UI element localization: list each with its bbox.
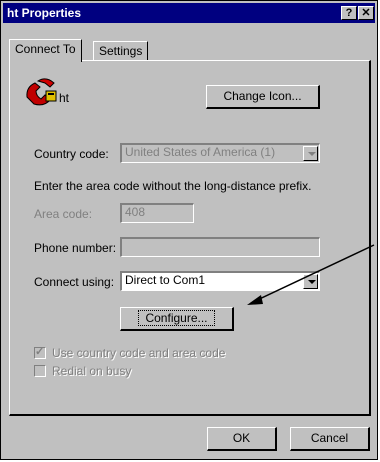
redial-checkbox[interactable] <box>34 365 46 377</box>
connect-using-label: Connect using: <box>34 275 115 289</box>
chevron-down-icon[interactable] <box>303 146 318 161</box>
help-button[interactable]: ? <box>341 6 357 20</box>
title-bar: ht Properties ? ✕ <box>3 3 375 23</box>
use-country-checkbox[interactable] <box>34 345 46 359</box>
tab-connect-to[interactable]: Connect To <box>9 39 82 62</box>
country-code-select[interactable]: United States of America (1) <box>120 143 320 163</box>
redial-label: Redial on busy <box>52 364 132 378</box>
connection-name: ht <box>59 91 70 105</box>
connect-to-panel: ht Change Icon... Country code: United S… <box>9 60 371 416</box>
phone-icon <box>26 78 57 106</box>
cancel-button[interactable]: Cancel <box>290 427 370 451</box>
annotation-arrow <box>247 244 375 305</box>
use-country-label: Use country code and area code <box>52 346 226 360</box>
area-code-label: Area code: <box>34 207 93 221</box>
configure-button[interactable]: Configure... <box>120 307 234 331</box>
country-code-label: Country code: <box>34 147 109 161</box>
close-icon: ✕ <box>361 7 371 19</box>
properties-dialog: ht Properties ? ✕ Connect To Settings ht… <box>0 0 378 460</box>
area-code-field[interactable]: 408 <box>120 203 194 223</box>
tab-settings[interactable]: Settings <box>93 41 149 60</box>
phone-number-label: Phone number: <box>34 241 117 255</box>
close-button[interactable]: ✕ <box>358 6 374 20</box>
window-title: ht Properties <box>7 6 82 20</box>
ok-button[interactable]: OK <box>207 427 277 451</box>
change-icon-button[interactable]: Change Icon... <box>206 85 320 109</box>
area-code-hint: Enter the area code without the long-dis… <box>34 179 312 193</box>
